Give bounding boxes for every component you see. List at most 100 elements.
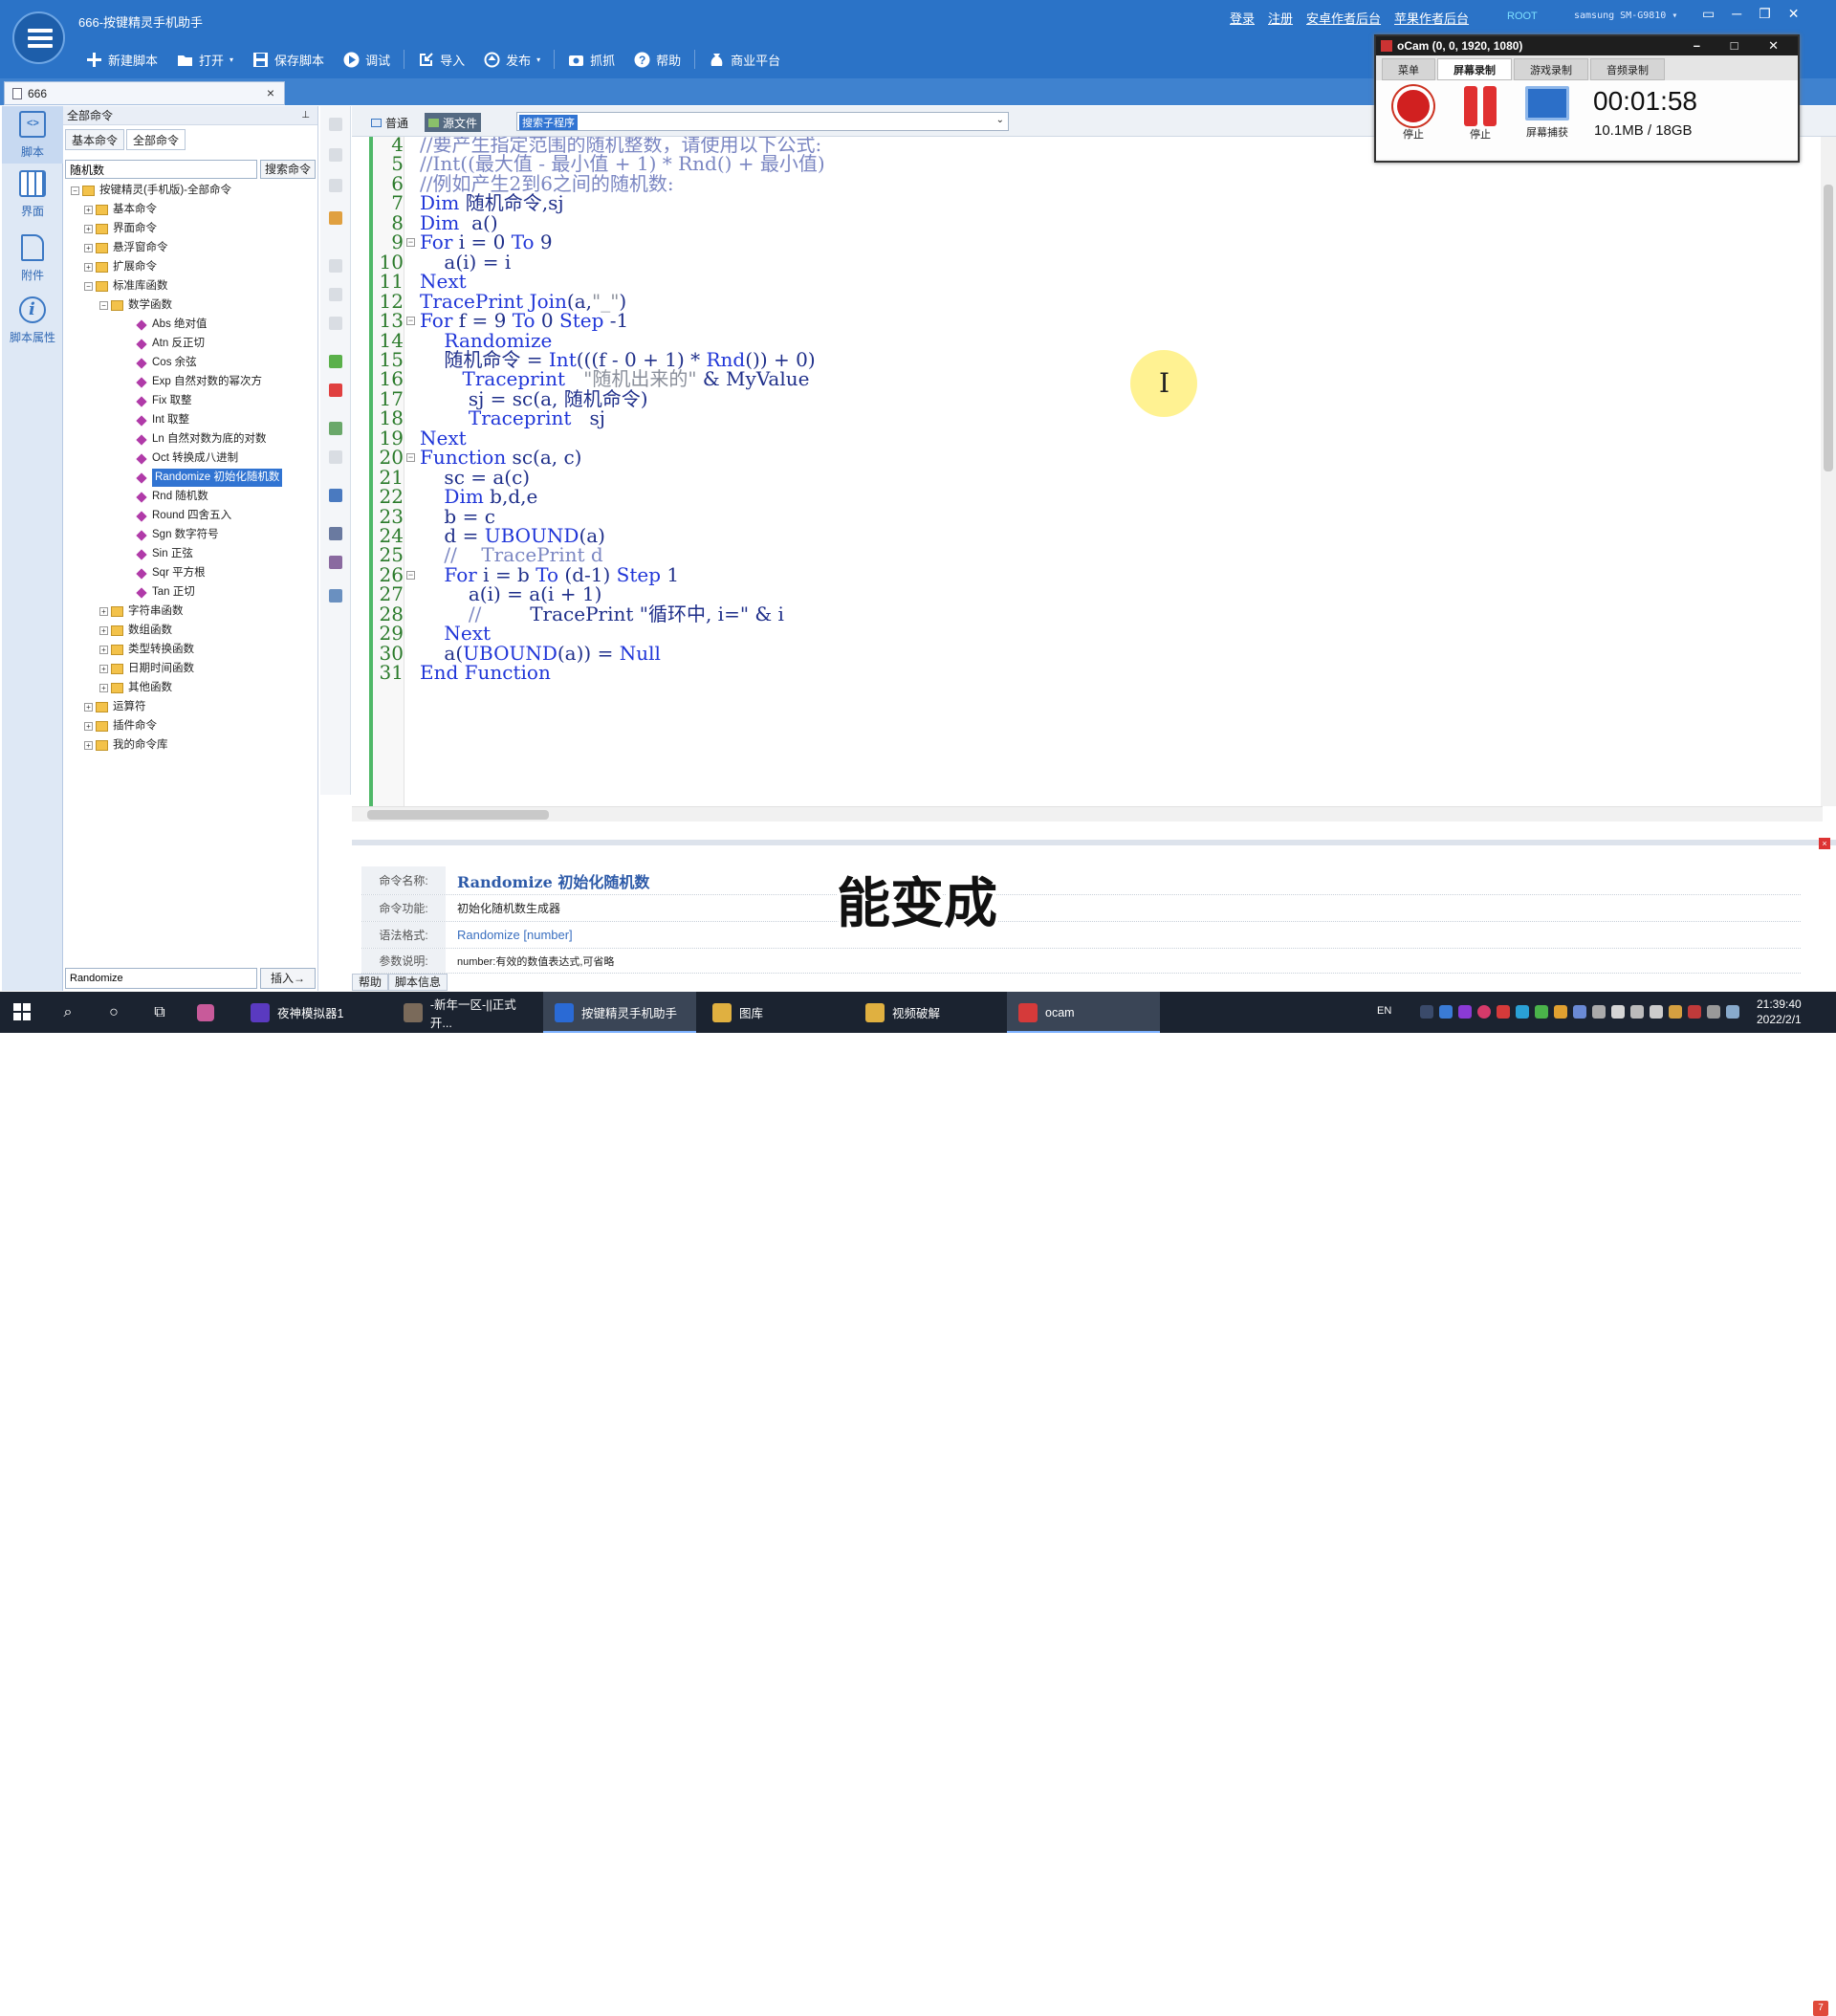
import-button[interactable]: 导入 — [408, 46, 474, 73]
tree-leaf-item[interactable]: Cos 余弦 — [136, 354, 197, 372]
tray-app-icon[interactable] — [1439, 1005, 1453, 1019]
tree-leaf-item[interactable]: Round 四舍五入 — [136, 507, 231, 525]
register-link[interactable]: 注册 — [1268, 9, 1293, 27]
tab-normal-view[interactable]: 普通 — [367, 113, 412, 132]
horizontal-scrollbar[interactable] — [352, 806, 1823, 822]
scroll-thumb[interactable] — [1824, 185, 1833, 471]
ocam-screen-capture-button[interactable]: 屏幕捕获 — [1519, 86, 1575, 140]
expand-icon[interactable]: + — [84, 206, 93, 214]
tree-folder-item[interactable]: + 运算符 — [84, 698, 146, 716]
scroll-thumb[interactable] — [367, 810, 549, 820]
tray-app-icon[interactable] — [1497, 1005, 1510, 1019]
tab-source-view[interactable]: 源文件 — [425, 113, 482, 132]
command-search-input[interactable] — [65, 160, 257, 179]
mic-icon[interactable] — [1630, 1005, 1644, 1019]
open-button[interactable]: 打开 ▾ — [167, 46, 243, 73]
fold-toggle-icon[interactable]: − — [406, 317, 415, 326]
tree-folder-item[interactable]: + 扩展命令 — [84, 258, 157, 276]
taskbar-item[interactable]: 视频破解 — [854, 992, 1002, 1033]
tray-app-icon[interactable] — [1554, 1005, 1567, 1019]
search-command-button[interactable]: 搜索命令 — [260, 160, 316, 179]
taskbar-item[interactable]: 夜神模拟器1 — [239, 992, 387, 1033]
move-down-icon[interactable] — [329, 118, 342, 131]
paste-icon[interactable] — [329, 288, 342, 301]
tree-folder-item[interactable]: + 界面命令 — [84, 220, 157, 238]
tree-leaf-item[interactable]: Fix 取整 — [136, 392, 192, 410]
tree-leaf-item[interactable]: Abs 绝对值 — [136, 316, 208, 334]
ocam-tab-screen-record[interactable]: 屏幕录制 — [1437, 58, 1512, 80]
comment-icon[interactable] — [329, 355, 342, 368]
tree-leaf-item[interactable]: Int 取整 — [136, 411, 189, 429]
nav-script-properties[interactable]: i 脚本属性 — [2, 292, 63, 349]
minimize-button[interactable]: ─ — [1732, 6, 1741, 22]
tab-help[interactable]: 帮助 — [352, 974, 389, 991]
taskbar-item[interactable]: 图库 — [701, 992, 849, 1033]
tab-all-commands[interactable]: 全部命令 — [126, 129, 186, 150]
goto-icon[interactable] — [329, 489, 342, 502]
tree-leaf-item[interactable]: Sgn 数字符号 — [136, 526, 219, 544]
copy-icon[interactable] — [329, 259, 342, 273]
keyboard-icon[interactable] — [1707, 1005, 1720, 1019]
tray-app-icon[interactable] — [1669, 1005, 1682, 1019]
tree-folder-item[interactable]: + 插件命令 — [84, 717, 157, 735]
ocam-stop-button[interactable]: 停止 — [1386, 86, 1441, 142]
tree-leaf-item[interactable]: Sqr 平方根 — [136, 564, 206, 582]
input-language[interactable]: EN — [1377, 1005, 1391, 1017]
tree-folder-item[interactable]: + 其他函数 — [99, 679, 172, 697]
tree-folder-item[interactable]: + 类型转换函数 — [99, 641, 194, 659]
help-button[interactable]: ? 帮助 — [624, 46, 690, 73]
expand-icon[interactable]: + — [84, 244, 93, 252]
tree-leaf-item[interactable]: Rnd 随机数 — [136, 488, 208, 506]
code-line[interactable]: 31 End Function — [352, 661, 1815, 685]
insert-command-input[interactable] — [65, 968, 257, 989]
tray-app-icon[interactable] — [1477, 1005, 1491, 1019]
tree-folder-item[interactable]: + 数组函数 — [99, 622, 172, 640]
taskbar-item[interactable]: ocam — [1007, 992, 1160, 1033]
fold-toggle-icon[interactable]: − — [406, 570, 415, 580]
tray-app-icon[interactable] — [1535, 1005, 1548, 1019]
tree-leaf-item[interactable]: Atn 反正切 — [136, 335, 205, 353]
clipboard-icon[interactable] — [329, 317, 342, 330]
tree-leaf-item[interactable]: Exp 自然对数的幂次方 — [136, 373, 262, 391]
tree-folder-item[interactable]: + 悬浮窗命令 — [84, 239, 168, 257]
expand-icon[interactable]: + — [84, 741, 93, 750]
hand-icon[interactable] — [329, 211, 342, 225]
nav-attachment[interactable]: 附件 — [2, 230, 63, 287]
expand-icon[interactable]: + — [99, 665, 108, 673]
document-tab[interactable]: 666 × — [4, 81, 285, 105]
ocam-tab-game-record[interactable]: 游戏录制 — [1514, 58, 1588, 80]
tree-folder-item[interactable]: + 字符串函数 — [99, 603, 184, 621]
close-help-icon[interactable]: × — [1819, 838, 1830, 849]
tree-folder-item[interactable]: − 数学函数 — [99, 296, 172, 315]
expand-icon[interactable]: + — [99, 684, 108, 692]
windows-start-icon[interactable] — [13, 1003, 31, 1020]
tree-folder-item[interactable]: − 标准库函数 — [84, 277, 168, 296]
new-script-button[interactable]: 新建脚本 — [76, 46, 167, 73]
taskbar-item[interactable]: -新年一区-||正式开... — [392, 992, 537, 1033]
ocam-tab-audio-record[interactable]: 音频录制 — [1590, 58, 1665, 80]
ocam-window-controls[interactable]: – □ ✕ — [1694, 36, 1792, 55]
pin-icon[interactable]: ⊥ — [301, 106, 310, 125]
expand-icon[interactable]: + — [99, 607, 108, 616]
nav-layout[interactable]: 界面 — [2, 165, 63, 223]
task-view-icon[interactable]: ⧉ — [151, 1004, 168, 1021]
tree-folder-item[interactable]: − 按键精灵(手机版)-全部命令 — [71, 182, 231, 200]
tree-folder-item[interactable]: + 基本命令 — [84, 201, 157, 219]
close-button[interactable]: ✕ — [1788, 6, 1800, 22]
ocam-pause-button[interactable]: 停止 — [1453, 86, 1508, 142]
tree-leaf-item[interactable]: Ln 自然对数为底的对数 — [136, 430, 267, 449]
undo-icon[interactable] — [329, 422, 342, 435]
debug-button[interactable]: 调试 — [334, 46, 400, 73]
fold-toggle-icon[interactable]: − — [406, 238, 415, 248]
tray-app-icon[interactable] — [1420, 1005, 1433, 1019]
ios-author-link[interactable]: 苹果作者后台 — [1394, 9, 1469, 27]
taskbar-clock[interactable]: 21:39:40 2022/2/1 — [1757, 997, 1802, 1027]
expand-icon[interactable]: + — [84, 225, 93, 233]
expand-icon[interactable]: + — [99, 626, 108, 635]
collapse-icon[interactable]: − — [71, 186, 79, 195]
expand-icon[interactable]: + — [84, 722, 93, 731]
tray-app-icon[interactable] — [1458, 1005, 1472, 1019]
replace-icon[interactable] — [329, 556, 342, 569]
cut-icon[interactable] — [329, 179, 342, 192]
fold-toggle-icon[interactable]: − — [406, 453, 415, 463]
